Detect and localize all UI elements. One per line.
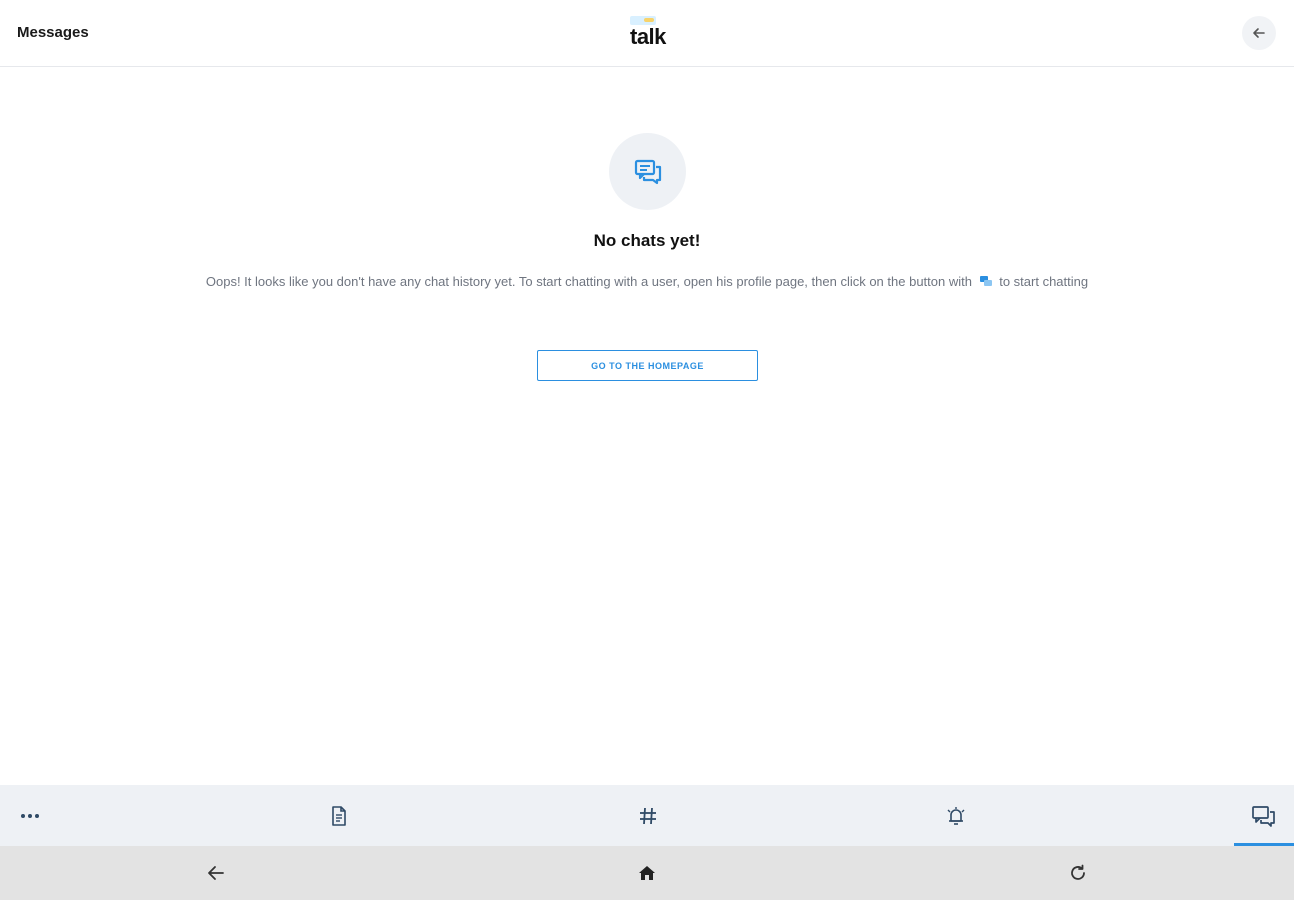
system-navigation-bar (0, 846, 1294, 900)
go-to-homepage-button[interactable]: GO TO THE HOMEPAGE (537, 350, 758, 381)
chat-bubbles-icon (979, 275, 993, 291)
system-reload-button[interactable] (1048, 846, 1108, 900)
header-back-button[interactable] (1242, 16, 1276, 50)
tab-messages[interactable] (1234, 785, 1294, 846)
chat-bubbles-icon (1252, 805, 1275, 827)
description-text-after: to start chatting (999, 274, 1089, 289)
more-dots-icon (21, 813, 39, 818)
talk-logo[interactable]: talk (628, 14, 674, 52)
empty-state-description: Oops! It looks like you don't have any c… (0, 274, 1294, 291)
app-root: Messages talk No chats yet! Oops! It loo… (0, 0, 1294, 900)
empty-state-title: No chats yet! (593, 231, 701, 250)
alarm-bell-icon (947, 806, 965, 825)
tab-more[interactable] (0, 785, 60, 846)
document-icon (332, 805, 346, 826)
back-arrow-icon (208, 866, 224, 880)
page-title: Messages (17, 24, 89, 41)
arrow-left-icon (1253, 28, 1265, 38)
reload-icon (1071, 864, 1085, 880)
bottom-tab-bar (0, 785, 1294, 846)
description-text-before: Oops! It looks like you don't have any c… (205, 274, 972, 289)
hashtag-icon (640, 807, 656, 824)
empty-state-icon-circle (609, 133, 686, 210)
system-home-button[interactable] (617, 846, 677, 900)
top-header: Messages talk (0, 0, 1294, 67)
home-icon (639, 866, 655, 880)
tab-documents[interactable] (309, 785, 369, 846)
logo-text: talk (630, 24, 666, 49)
tab-notifications[interactable] (926, 785, 986, 846)
tab-hashtags[interactable] (618, 785, 678, 846)
system-back-button[interactable] (186, 846, 246, 900)
chat-bubbles-icon (634, 159, 661, 184)
